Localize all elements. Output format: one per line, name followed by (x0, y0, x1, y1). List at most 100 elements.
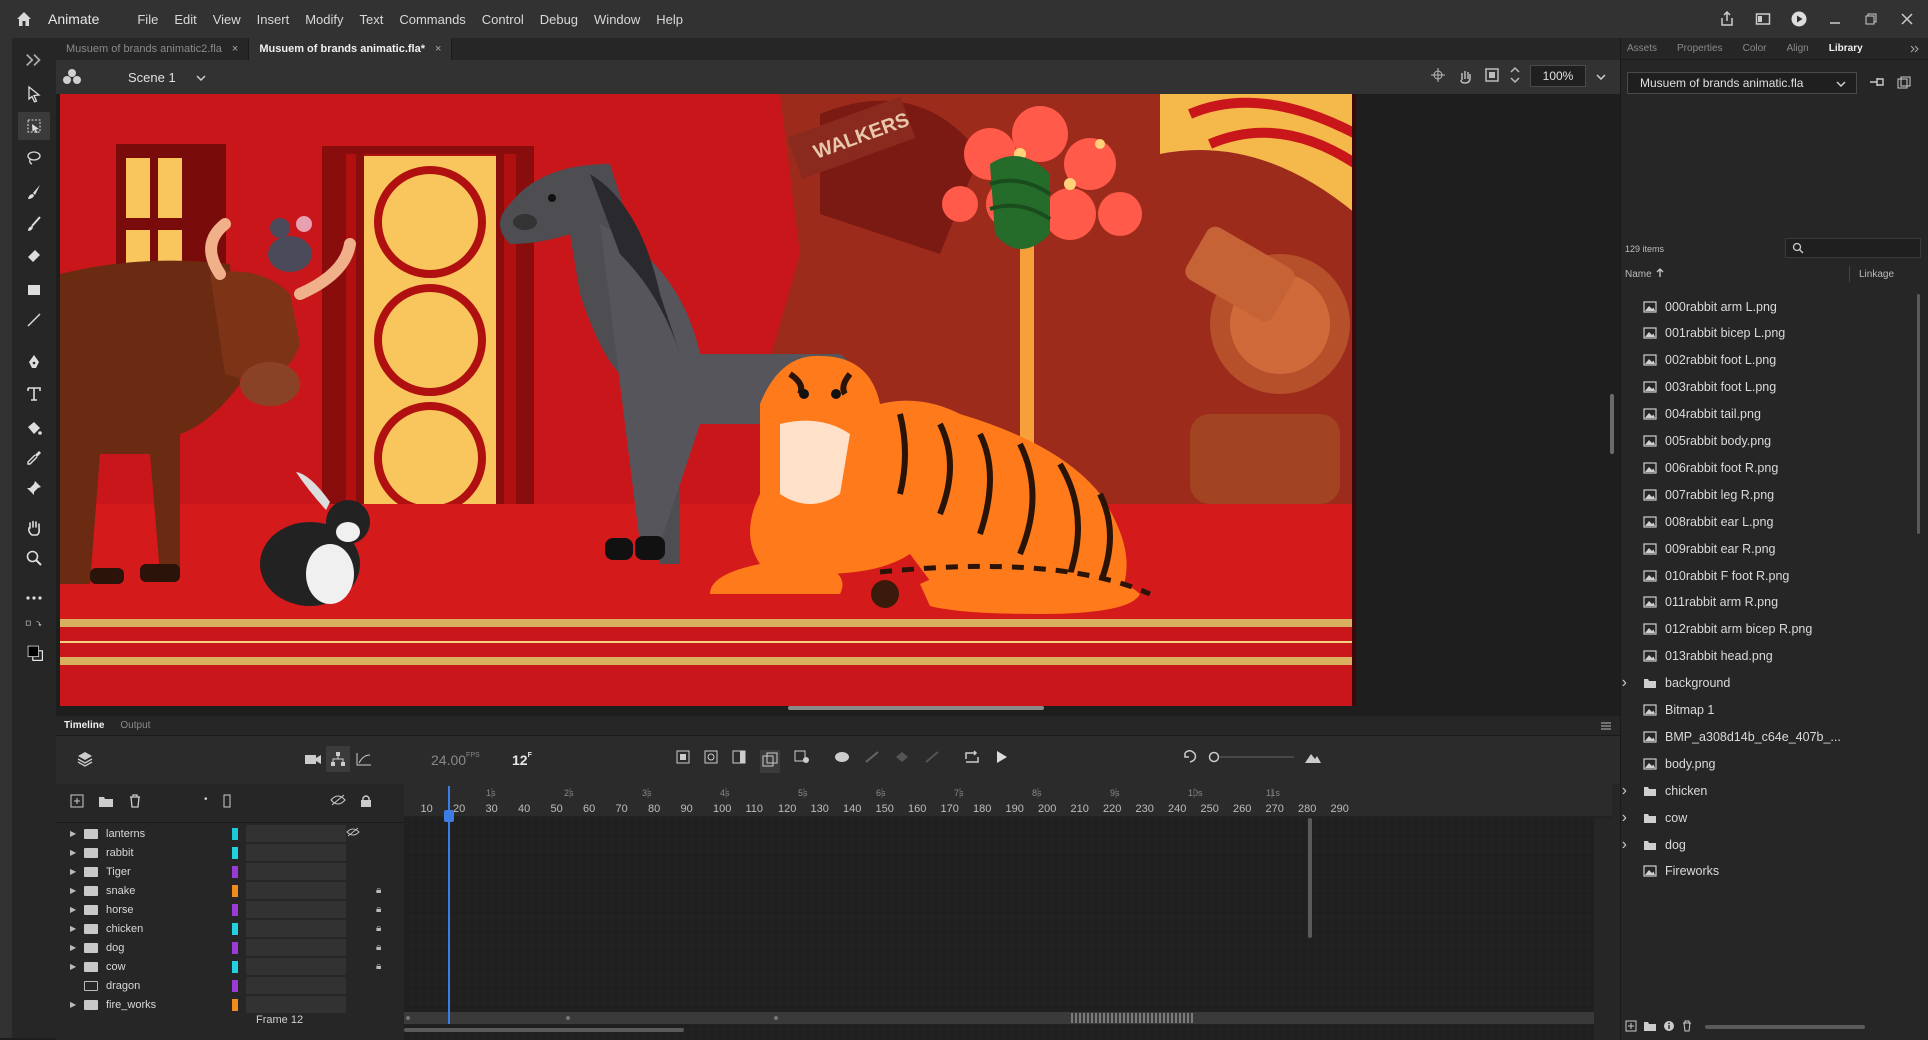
layer-color-swatch[interactable] (232, 865, 238, 878)
layer-snake[interactable]: ▶ snake 🔒︎ (56, 881, 404, 900)
reset-timeline-scale-icon[interactable] (1182, 750, 1198, 767)
classic-tween-icon[interactable] (864, 750, 880, 773)
shape-tween-icon[interactable] (894, 750, 910, 773)
swap-colors-icon[interactable] (18, 616, 50, 632)
tab-output[interactable]: Output (112, 720, 158, 731)
snap-icon[interactable] (1430, 67, 1446, 86)
expand-chevron-icon[interactable]: › (1622, 782, 1644, 799)
line-tool-icon[interactable] (18, 306, 50, 334)
insert-blank-keyframe-icon[interactable] (704, 750, 718, 773)
more-tools-icon[interactable] (18, 584, 50, 612)
restore-icon[interactable] (1858, 6, 1884, 32)
library-item[interactable]: Fireworks (1625, 855, 1921, 888)
library-document-select[interactable]: Musuem of brands animatic.fla (1627, 72, 1857, 94)
pin-library-icon[interactable] (1869, 76, 1885, 91)
layer-dragon[interactable]: dragon (56, 976, 404, 995)
hidden-eye-icon[interactable] (346, 827, 360, 840)
home-button[interactable] (0, 0, 48, 38)
create-tween-icon[interactable] (834, 750, 850, 773)
edit-multiple-frames-icon[interactable] (794, 750, 810, 773)
expand-chevron-icon[interactable]: › (1622, 836, 1644, 853)
free-transform-tool-icon[interactable] (18, 112, 50, 140)
library-search-input[interactable] (1785, 238, 1921, 258)
expand-chevron-icon[interactable]: › (1622, 675, 1644, 692)
clip-stage-icon[interactable] (1484, 67, 1500, 86)
parenting-icon[interactable] (326, 746, 350, 772)
pin-tool-icon[interactable] (18, 474, 50, 502)
center-stage-icon[interactable] (1510, 66, 1520, 87)
lock-icon[interactable]: 🔒︎ (376, 885, 381, 896)
collapse-panel-icon[interactable] (1910, 42, 1920, 56)
close-tab-icon[interactable]: × (435, 43, 441, 55)
camera-icon[interactable] (304, 752, 322, 769)
collapse-toolbar-icon[interactable] (18, 53, 50, 67)
layer-color-swatch[interactable] (232, 922, 238, 935)
selection-tool-icon[interactable] (18, 80, 50, 108)
new-library-panel-icon[interactable] (1897, 76, 1911, 93)
layer-color-swatch[interactable] (232, 884, 238, 897)
expand-triangle-icon[interactable]: ▶ (70, 829, 80, 838)
tab-library[interactable]: Library (1829, 43, 1863, 54)
layer-chicken[interactable]: ▶ chicken 🔒︎ (56, 919, 404, 938)
layer-color-swatch[interactable] (232, 827, 238, 840)
insert-frame-icon[interactable] (732, 750, 746, 773)
menu-window[interactable]: Window (594, 12, 640, 27)
expand-triangle-icon[interactable]: ▶ (70, 886, 80, 895)
highlight-layers-icon[interactable]: • (204, 794, 208, 811)
pen-tool-icon[interactable] (18, 348, 50, 376)
expand-triangle-icon[interactable]: ▶ (70, 848, 80, 857)
lock-icon[interactable]: 🔒︎ (376, 923, 381, 934)
new-symbol-icon[interactable] (1625, 1020, 1637, 1035)
layer-lanterns[interactable]: ▶ lanterns (56, 824, 404, 843)
properties-icon[interactable] (1663, 1020, 1675, 1035)
menu-insert[interactable]: Insert (257, 12, 290, 27)
layers-icon[interactable] (76, 750, 94, 771)
menu-view[interactable]: View (213, 12, 241, 27)
eyedropper-tool-icon[interactable] (18, 444, 50, 472)
graph-editor-icon[interactable] (356, 752, 372, 769)
library-scrollbar[interactable] (1917, 294, 1920, 534)
stage[interactable]: WALKERS (60, 94, 1356, 706)
paint-bucket-tool-icon[interactable] (18, 414, 50, 442)
timeline-scale-slider[interactable] (1208, 750, 1294, 767)
expand-triangle-icon[interactable]: ▶ (70, 905, 80, 914)
new-folder-icon[interactable] (98, 794, 114, 811)
sort-ascending-icon[interactable] (1656, 267, 1664, 281)
column-name[interactable]: Name (1625, 269, 1652, 280)
text-tool-icon[interactable] (18, 380, 50, 408)
timeline-ruler[interactable]: 1s 2s 3s 4s 5s 6s 7s 8s 9s 10s 11s 10 20 30 40 50 60 70 8… (404, 784, 1612, 818)
tab-properties[interactable]: Properties (1677, 43, 1723, 54)
workspace-icon[interactable] (1750, 6, 1776, 32)
playhead-handle[interactable] (444, 810, 454, 822)
edit-symbols-icon[interactable] (62, 68, 82, 89)
zoom-tool-icon[interactable] (18, 544, 50, 572)
menu-text[interactable]: Text (359, 12, 383, 27)
fps-readout[interactable]: 24.00FPS (431, 752, 480, 768)
scene-selector[interactable]: Scene 1 (128, 70, 176, 85)
column-linkage[interactable]: Linkage (1859, 269, 1894, 280)
close-tab-icon[interactable]: × (232, 43, 238, 55)
rotate-stage-icon[interactable] (1456, 66, 1474, 87)
zoom-dropdown-icon[interactable] (1596, 69, 1606, 83)
brush-tool-icon[interactable] (18, 210, 50, 238)
layer-cow[interactable]: ▶ cow 🔒︎ (56, 957, 404, 976)
lock-icon[interactable]: 🔒︎ (376, 961, 381, 972)
fluid-brush-tool-icon[interactable] (18, 178, 50, 206)
lock-icon[interactable]: 🔒︎ (376, 942, 381, 953)
menu-modify[interactable]: Modify (305, 12, 343, 27)
layer-rabbit[interactable]: ▶ rabbit (56, 843, 404, 862)
loop-icon[interactable] (964, 750, 980, 773)
expand-triangle-icon[interactable]: ▶ (70, 924, 80, 933)
motion-tween-icon[interactable] (924, 750, 940, 773)
delete-icon[interactable] (1681, 1020, 1693, 1035)
menu-file[interactable]: File (137, 12, 158, 27)
lock-all-icon[interactable] (360, 794, 372, 811)
current-frame-readout[interactable]: 12F (512, 752, 532, 768)
play-icon[interactable] (994, 750, 1008, 773)
layer-fire-works[interactable]: ▶ fire_works (56, 995, 404, 1014)
tab-color[interactable]: Color (1743, 43, 1767, 54)
test-movie-icon[interactable] (1786, 6, 1812, 32)
menu-help[interactable]: Help (656, 12, 683, 27)
chevron-down-icon[interactable] (196, 70, 206, 84)
onion-skin-icon[interactable] (760, 750, 780, 773)
